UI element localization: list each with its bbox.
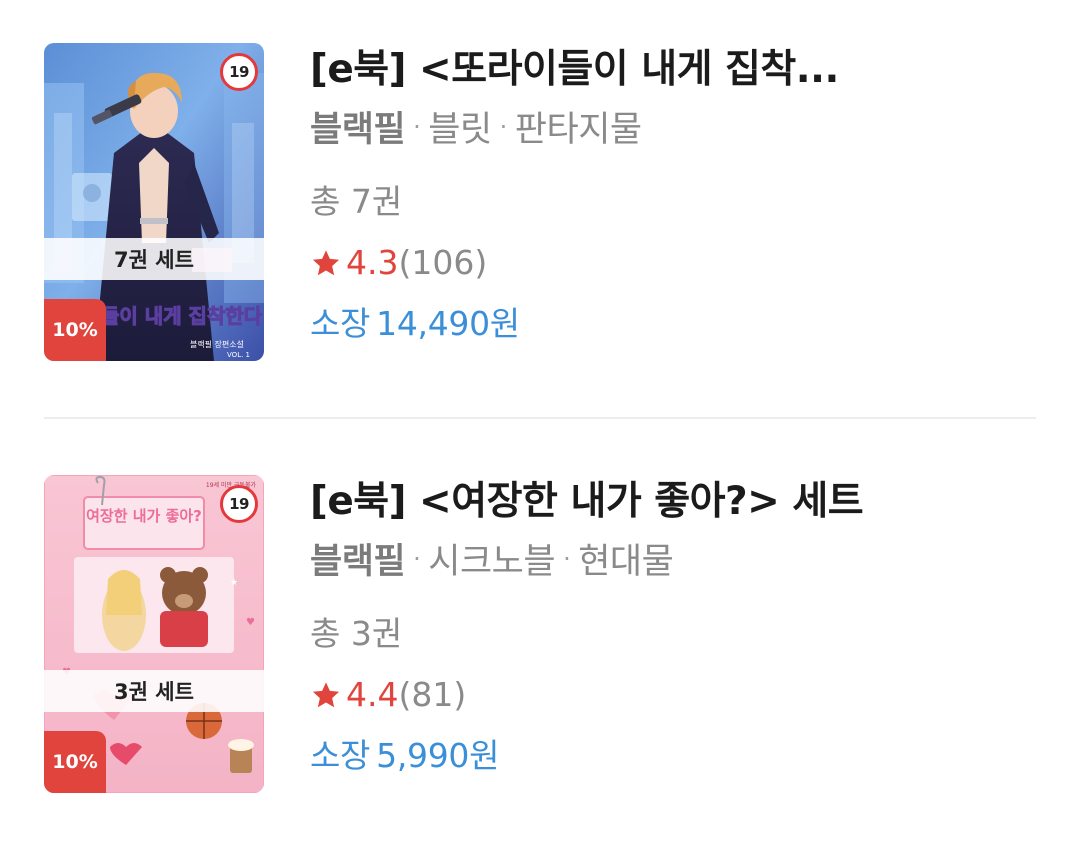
svg-text:♥: ♥ xyxy=(246,617,255,628)
book-meta: 블랙필 · 시크노블 · 현대물 xyxy=(310,532,1040,592)
book-author[interactable]: 블랙필 xyxy=(310,110,406,150)
book-info: [e북] <또라이들이 내게 집착... 블랙필 · 블릿 · 판타지물 총 7권 4.… xyxy=(310,40,1040,356)
star-icon xyxy=(312,250,340,276)
book-genre[interactable]: 현대물 xyxy=(578,542,674,582)
discount-badge: 10% xyxy=(44,299,106,361)
book-title[interactable]: [e북] <여장한 내가 좋아?> 세트 xyxy=(310,472,1040,532)
list-item[interactable]: 여장한 내가 좋아? 19세 미만 구독불가 ♥ ♥ xyxy=(0,472,1080,802)
star-icon xyxy=(312,682,340,708)
book-meta: 블랙필 · 블릿 · 판타지물 xyxy=(310,100,1040,160)
book-info: [e북] <여장한 내가 좋아?> 세트 블랙필 · 시크노블 · 현대물 총 3권 4… xyxy=(310,472,1040,788)
review-count: (106) xyxy=(398,243,488,282)
svg-text:★: ★ xyxy=(230,578,238,588)
volume-count: 총 3권 xyxy=(310,614,403,653)
set-count-label: 3권 세트 xyxy=(44,670,264,712)
book-genre[interactable]: 판타지물 xyxy=(515,110,642,150)
svg-text:VOL. 1: VOL. 1 xyxy=(227,351,250,359)
svg-text:여장한 내가 좋아?: 여장한 내가 좋아? xyxy=(86,507,202,525)
book-rating: 4.4 (81) xyxy=(310,666,1040,724)
separator-dot: · xyxy=(499,113,508,141)
list-item[interactable]: 또라이들이 내게 집착한다 블랙필 장편소설 VOL. 1 19 7권 세트 1… xyxy=(0,40,1080,370)
book-cover[interactable]: 여장한 내가 좋아? 19세 미만 구독불가 ♥ ♥ xyxy=(44,475,264,793)
book-price: 소장 5,990원 xyxy=(310,724,1040,788)
age-rating-badge: 19 xyxy=(220,53,258,91)
price-label: 소장 xyxy=(310,736,371,775)
svg-text:블랙필 장편소설: 블랙필 장편소설 xyxy=(190,339,244,349)
discount-badge: 10% xyxy=(44,731,106,793)
book-title[interactable]: [e북] <또라이들이 내게 집착... xyxy=(310,40,1040,100)
separator-dot: · xyxy=(413,113,421,141)
book-publisher[interactable]: 블릿 xyxy=(428,110,492,150)
age-rating-badge: 19 xyxy=(220,485,258,523)
volume-count: 총 7권 xyxy=(310,182,403,221)
separator-dot: · xyxy=(413,545,421,573)
book-cover[interactable]: 또라이들이 내게 집착한다 블랙필 장편소설 VOL. 1 19 7권 세트 1… xyxy=(44,43,264,361)
book-price: 소장 14,490원 xyxy=(310,292,1040,356)
book-rating: 4.3 (106) xyxy=(310,234,1040,292)
book-list: 또라이들이 내게 집착한다 블랙필 장편소설 VOL. 1 19 7권 세트 1… xyxy=(0,0,1080,842)
book-publisher[interactable]: 시크노블 xyxy=(428,542,555,582)
set-count-label: 7권 세트 xyxy=(44,238,264,280)
rating-score: 4.3 xyxy=(346,243,399,282)
rating-score: 4.4 xyxy=(346,675,399,714)
review-count: (81) xyxy=(398,675,467,714)
book-author[interactable]: 블랙필 xyxy=(310,542,406,582)
price-value: 14,490원 xyxy=(376,304,520,343)
list-divider xyxy=(44,417,1036,419)
price-value: 5,990원 xyxy=(376,736,500,775)
price-label: 소장 xyxy=(310,304,371,343)
separator-dot: · xyxy=(563,545,571,573)
